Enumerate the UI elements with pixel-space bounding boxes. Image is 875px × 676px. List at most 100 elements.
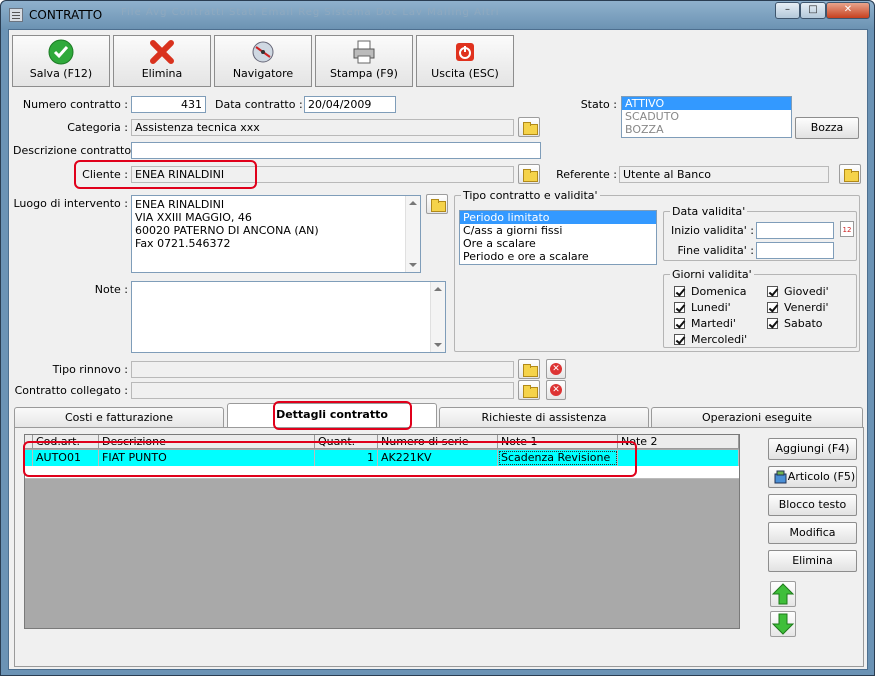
inizio-label: Inizio validita' : (670, 224, 754, 237)
giovedi-checkbox[interactable]: Giovedi' (767, 285, 829, 298)
stato-label: Stato : (580, 98, 617, 111)
numero-contratto-input[interactable]: 431 (131, 96, 206, 113)
luogo-scrollbar[interactable] (405, 196, 420, 272)
x-icon (150, 40, 174, 64)
venerdi-checkbox[interactable]: Venerdi' (767, 301, 829, 314)
domenica-checkbox[interactable]: Domenica (674, 285, 747, 298)
lunedi-label: Lunedi' (691, 301, 731, 314)
checkbox-checked-icon (767, 286, 778, 297)
tipo-option-4[interactable]: Periodo e ore a scalare (460, 250, 656, 263)
tab-richieste[interactable]: Richieste di assistenza (439, 407, 649, 427)
inizio-validita-input[interactable] (756, 222, 834, 239)
delete-label: Elimina (141, 67, 183, 80)
lunedi-checkbox[interactable]: Lunedi' (674, 301, 731, 314)
grid-row-highlight (23, 441, 637, 477)
stato-option-bozza[interactable]: BOZZA (622, 123, 791, 136)
contratto-collegato-label: Contratto collegato : (14, 384, 128, 397)
tipo-validita-group: Tipo contratto e validita' Periodo limit… (454, 189, 860, 352)
venerdi-label: Venerdi' (784, 301, 829, 314)
categoria-input[interactable]: Assistenza tecnica xxx (131, 119, 514, 136)
printer-icon (353, 40, 375, 64)
move-up-button[interactable] (770, 581, 796, 607)
client-area: Salva (F12) Elimina Navigatore Stampa (F… (8, 29, 868, 670)
data-validita-caption: Data validita' (670, 205, 748, 218)
delete-icon: ✕ (550, 363, 562, 375)
bozza-button[interactable]: Bozza (795, 117, 859, 139)
aggiungi-button[interactable]: Aggiungi (F4) (768, 438, 857, 460)
tipo-option-1[interactable]: Periodo limitato (460, 211, 656, 224)
arrow-down-icon (771, 613, 795, 635)
exit-label: Uscita (ESC) (431, 67, 499, 80)
checkbox-checked-icon (674, 318, 685, 329)
stato-listbox[interactable]: ATTIVO SCADUTO BOZZA (621, 96, 792, 138)
close-button[interactable]: ✕ (826, 2, 870, 19)
tipo-rinnovo-clear-button[interactable]: ✕ (546, 359, 566, 379)
title-bar[interactable]: CONTRATTO File Avg Contratti Stati Email… (1, 1, 874, 29)
martedi-label: Martedi' (691, 317, 736, 330)
contratto-collegato-folder-button[interactable] (518, 380, 540, 400)
checkbox-checked-icon (674, 334, 685, 345)
luogo-memo[interactable]: ENEA RINALDINI VIA XXIII MAGGIO, 46 6002… (131, 195, 421, 273)
tipo-option-3[interactable]: Ore a scalare (460, 237, 656, 250)
check-icon (48, 39, 74, 65)
delete-button[interactable]: Elimina (113, 35, 211, 87)
move-down-button[interactable] (770, 611, 796, 637)
blocco-testo-button[interactable]: Blocco testo (768, 494, 857, 516)
luogo-line-1: ENEA RINALDINI (135, 198, 225, 211)
maximize-button[interactable]: □ (800, 2, 826, 19)
minimize-button[interactable]: – (775, 2, 800, 19)
minimize-icon: – (785, 4, 790, 15)
delete-icon: ✕ (550, 384, 562, 396)
referente-input[interactable]: Utente al Banco (619, 166, 829, 183)
fine-validita-input[interactable] (756, 242, 834, 259)
data-contratto-input[interactable]: 20/04/2009 (304, 96, 396, 113)
cliente-folder-button[interactable] (518, 164, 540, 184)
tipo-contratto-listbox[interactable]: Periodo limitato C/ass a giorni fissi Or… (459, 210, 657, 265)
tab-operazioni[interactable]: Operazioni eseguite (651, 407, 863, 427)
tab-costi[interactable]: Costi e fatturazione (14, 407, 224, 427)
tipo-rinnovo-label: Tipo rinnovo : (52, 363, 128, 376)
referente-folder-button[interactable] (839, 164, 861, 184)
categoria-folder-button[interactable] (518, 117, 540, 137)
contratto-collegato-clear-button[interactable]: ✕ (546, 380, 566, 400)
save-button[interactable]: Salva (F12) (12, 35, 110, 87)
tipo-validita-caption: Tipo contratto e validita' (461, 189, 600, 202)
menu-ghost: File Avg Contratti Stati Email Reg Siste… (121, 7, 500, 18)
checkbox-checked-icon (767, 318, 778, 329)
compass-icon (252, 41, 274, 63)
elimina-row-button[interactable]: Elimina (768, 550, 857, 572)
stato-option-scaduto[interactable]: SCADUTO (622, 110, 791, 123)
giovedi-label: Giovedi' (784, 285, 829, 298)
contratto-collegato-input[interactable] (131, 382, 514, 399)
articolo-label: Articolo (F5) (787, 470, 856, 483)
luogo-folder-button[interactable] (426, 194, 448, 214)
descrizione-label: Descrizione contratto : (13, 144, 139, 157)
exit-button[interactable]: Uscita (ESC) (416, 35, 514, 87)
modifica-button[interactable]: Modifica (768, 522, 857, 544)
tipo-rinnovo-folder-button[interactable] (518, 359, 540, 379)
martedi-checkbox[interactable]: Martedi' (674, 317, 736, 330)
stato-option-attivo[interactable]: ATTIVO (622, 97, 791, 110)
navigator-button[interactable]: Navigatore (214, 35, 312, 87)
descrizione-input[interactable] (131, 142, 541, 159)
articolo-button[interactable]: Articolo (F5) (768, 466, 857, 488)
luogo-label: Luogo di intervento : (13, 197, 128, 210)
note-memo[interactable] (131, 281, 446, 353)
scroll-up-icon (409, 201, 417, 205)
luogo-line-3: 60020 PATERNO DI ANCONA (AN) (135, 224, 319, 237)
mercoledi-label: Mercoledi' (691, 333, 748, 346)
note-scrollbar[interactable] (430, 282, 445, 352)
mercoledi-checkbox[interactable]: Mercoledi' (674, 333, 747, 346)
calendar-icon[interactable]: 12 (840, 221, 854, 237)
close-icon: ✕ (843, 4, 853, 15)
print-button[interactable]: Stampa (F9) (315, 35, 413, 87)
save-label: Salva (F12) (29, 67, 93, 80)
sabato-checkbox[interactable]: Sabato (767, 317, 823, 330)
tipo-rinnovo-input[interactable] (131, 361, 514, 378)
note-label: Note : (94, 283, 128, 296)
scroll-down-icon (409, 263, 417, 267)
window: CONTRATTO File Avg Contratti Stati Email… (0, 0, 875, 676)
giorni-validita-group: Giorni validita' Domenica Lunedi' Marted… (663, 268, 857, 348)
tipo-option-2[interactable]: C/ass a giorni fissi (460, 224, 656, 237)
data-label: Data contratto : (215, 98, 303, 111)
